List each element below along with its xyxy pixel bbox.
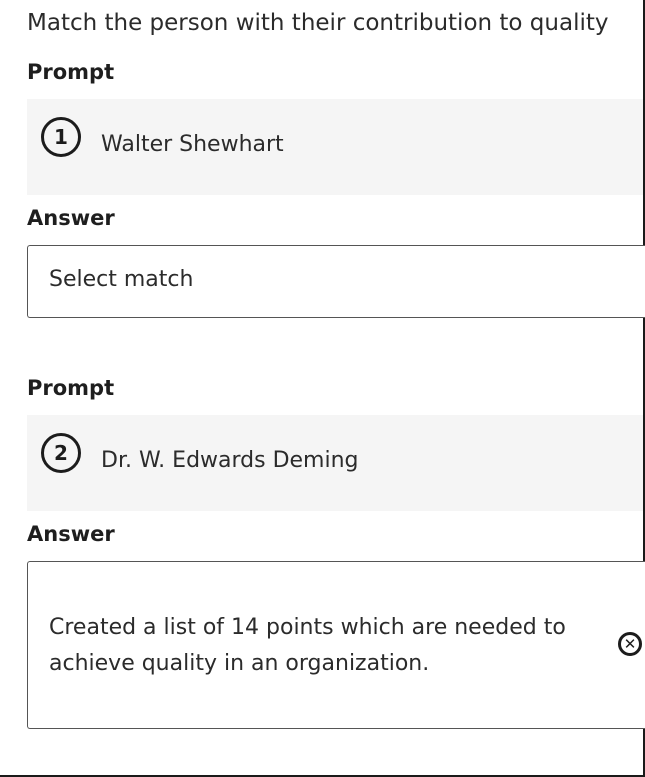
answer-dropdown-text-1: Select match bbox=[49, 267, 194, 292]
prompt-card-2: 2 Dr. W. Edwards Deming bbox=[27, 415, 643, 511]
prompt-text-2: Dr. W. Edwards Deming bbox=[101, 448, 359, 473]
answer-selected-match-2[interactable]: Created a list of 14 points which are ne… bbox=[27, 561, 645, 729]
close-circle-icon[interactable]: ✕ bbox=[618, 632, 642, 656]
prompt-label-1: Prompt bbox=[27, 60, 115, 84]
prompt-number-badge-1: 1 bbox=[41, 117, 81, 157]
answer-label-2: Answer bbox=[27, 522, 115, 546]
answer-dropdown-1[interactable]: Select match bbox=[27, 245, 645, 318]
question-text: Match the person with their contribution… bbox=[27, 10, 609, 36]
prompt-card-1: 1 Walter Shewhart bbox=[27, 99, 643, 195]
prompt-number-badge-2: 2 bbox=[41, 433, 81, 473]
prompt-label-2: Prompt bbox=[27, 376, 115, 400]
prompt-text-1: Walter Shewhart bbox=[101, 132, 284, 157]
answer-selected-text-2: Created a list of 14 points which are ne… bbox=[49, 615, 566, 676]
answer-label-1: Answer bbox=[27, 206, 115, 230]
